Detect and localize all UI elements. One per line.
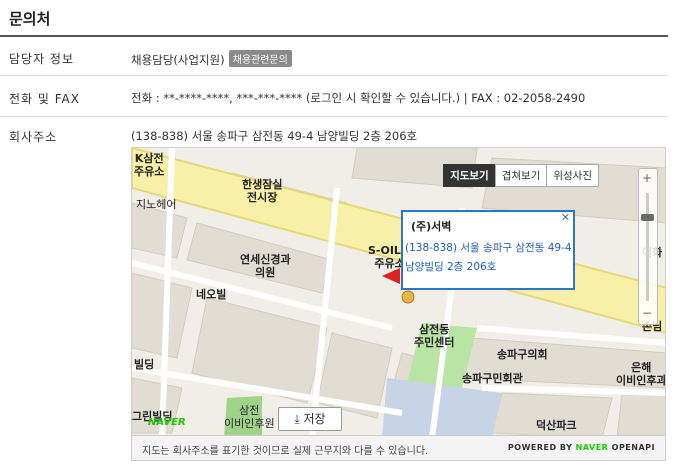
- contact-row: 담당자 정보 채용담당(사업지원) 채용관련문의: [0, 37, 668, 76]
- popup-title: (주)서벽: [411, 220, 452, 233]
- tab-satellite-view[interactable]: 위성사진: [546, 164, 599, 187]
- map-notice: 지도는 회사주소를 표기한 것이므로 실제 근무지와 다를 수 있습니다.: [142, 446, 429, 457]
- map-label-songpa-hall: 송파구민회관: [462, 372, 523, 385]
- recruit-inquiry-button[interactable]: 채용관련문의: [228, 50, 292, 67]
- save-map-button[interactable]: ⤓ 저장: [278, 407, 342, 431]
- powered-suffix: OPENAPI: [611, 443, 655, 452]
- close-icon[interactable]: ✕: [559, 212, 572, 225]
- map-label-samjeon-clinic: 삼전 이비인후원: [224, 404, 275, 430]
- company-map[interactable]: K삼전 주유소 한생잠실 전시장 지노헤어 연세신경과 의원 네오빌 S-OIL…: [131, 147, 666, 461]
- phone-row: 전화 및 FAX 전화 : **-****-****, ***-***-****…: [0, 76, 668, 117]
- page-title: 문의처: [9, 10, 51, 28]
- map-footer: 지도는 회사주소를 표기한 것이므로 실제 근무지와 다를 수 있습니다. PO…: [132, 435, 665, 460]
- map-label-hansaeng: 한생잠실 전시장: [242, 178, 283, 204]
- download-icon: ⤓: [294, 412, 300, 426]
- map-label-ksam: K삼전 주유소: [134, 152, 165, 178]
- powered-by: POWERED BY NAVER OPENAPI: [508, 443, 655, 452]
- map-label-bil: 빌딩: [134, 358, 155, 371]
- map-label-neobil: 네오빌: [196, 288, 227, 301]
- contact-value: 채용담당(사업지원) 채용관련문의: [131, 50, 292, 68]
- contact-name: 채용담당(사업지원): [131, 53, 225, 67]
- powered-brand: NAVER: [575, 443, 609, 452]
- zoom-track[interactable]: [646, 193, 649, 301]
- zoom-slider-handle[interactable]: [641, 213, 654, 221]
- phone-value: 전화 : **-****-****, ***-***-**** (로그인 시 확…: [131, 91, 586, 105]
- tab-map-view[interactable]: 지도보기: [443, 164, 496, 187]
- phone-label: 전화 및 FAX: [9, 92, 80, 106]
- map-type-tabs: 지도보기 겹쳐보기 위성사진: [443, 164, 599, 187]
- map-label-bank: 은해 이비인후과: [616, 361, 666, 387]
- map-label-yeonse: 연세신경과 의원: [240, 253, 291, 279]
- zoom-in-button[interactable]: +: [640, 172, 654, 186]
- map-base: [132, 148, 665, 460]
- tab-overlay-view[interactable]: 겹쳐보기: [494, 164, 548, 187]
- map-label-songpa-council: 송파구의회: [497, 348, 548, 361]
- map-label-deoksan: 덕산파크: [536, 419, 577, 432]
- map-label-jinohair: 지노헤어: [136, 198, 177, 211]
- popup-address[interactable]: (138-838) 서울 송파구 삼전동 49-4 남양빌딩 2층 206호: [405, 239, 573, 277]
- zoom-out-button[interactable]: −: [640, 307, 654, 321]
- location-info-popup: (주)서벽 ✕ (138-838) 서울 송파구 삼전동 49-4 남양빌딩 2…: [401, 210, 575, 290]
- zoom-control: + −: [638, 168, 658, 325]
- contact-label: 담당자 정보: [9, 52, 75, 66]
- save-label: 저장: [303, 412, 326, 426]
- map-label-samjeon-center: 삼전동 주민센터: [414, 323, 455, 349]
- naver-map-logo: NAVER: [148, 417, 186, 428]
- address-label: 회사주소: [9, 130, 58, 144]
- address-value: (138-838) 서울 송파구 삼전동 49-4 남양빌딩 2층 206호: [131, 129, 418, 143]
- powered-prefix: POWERED BY: [507, 443, 573, 452]
